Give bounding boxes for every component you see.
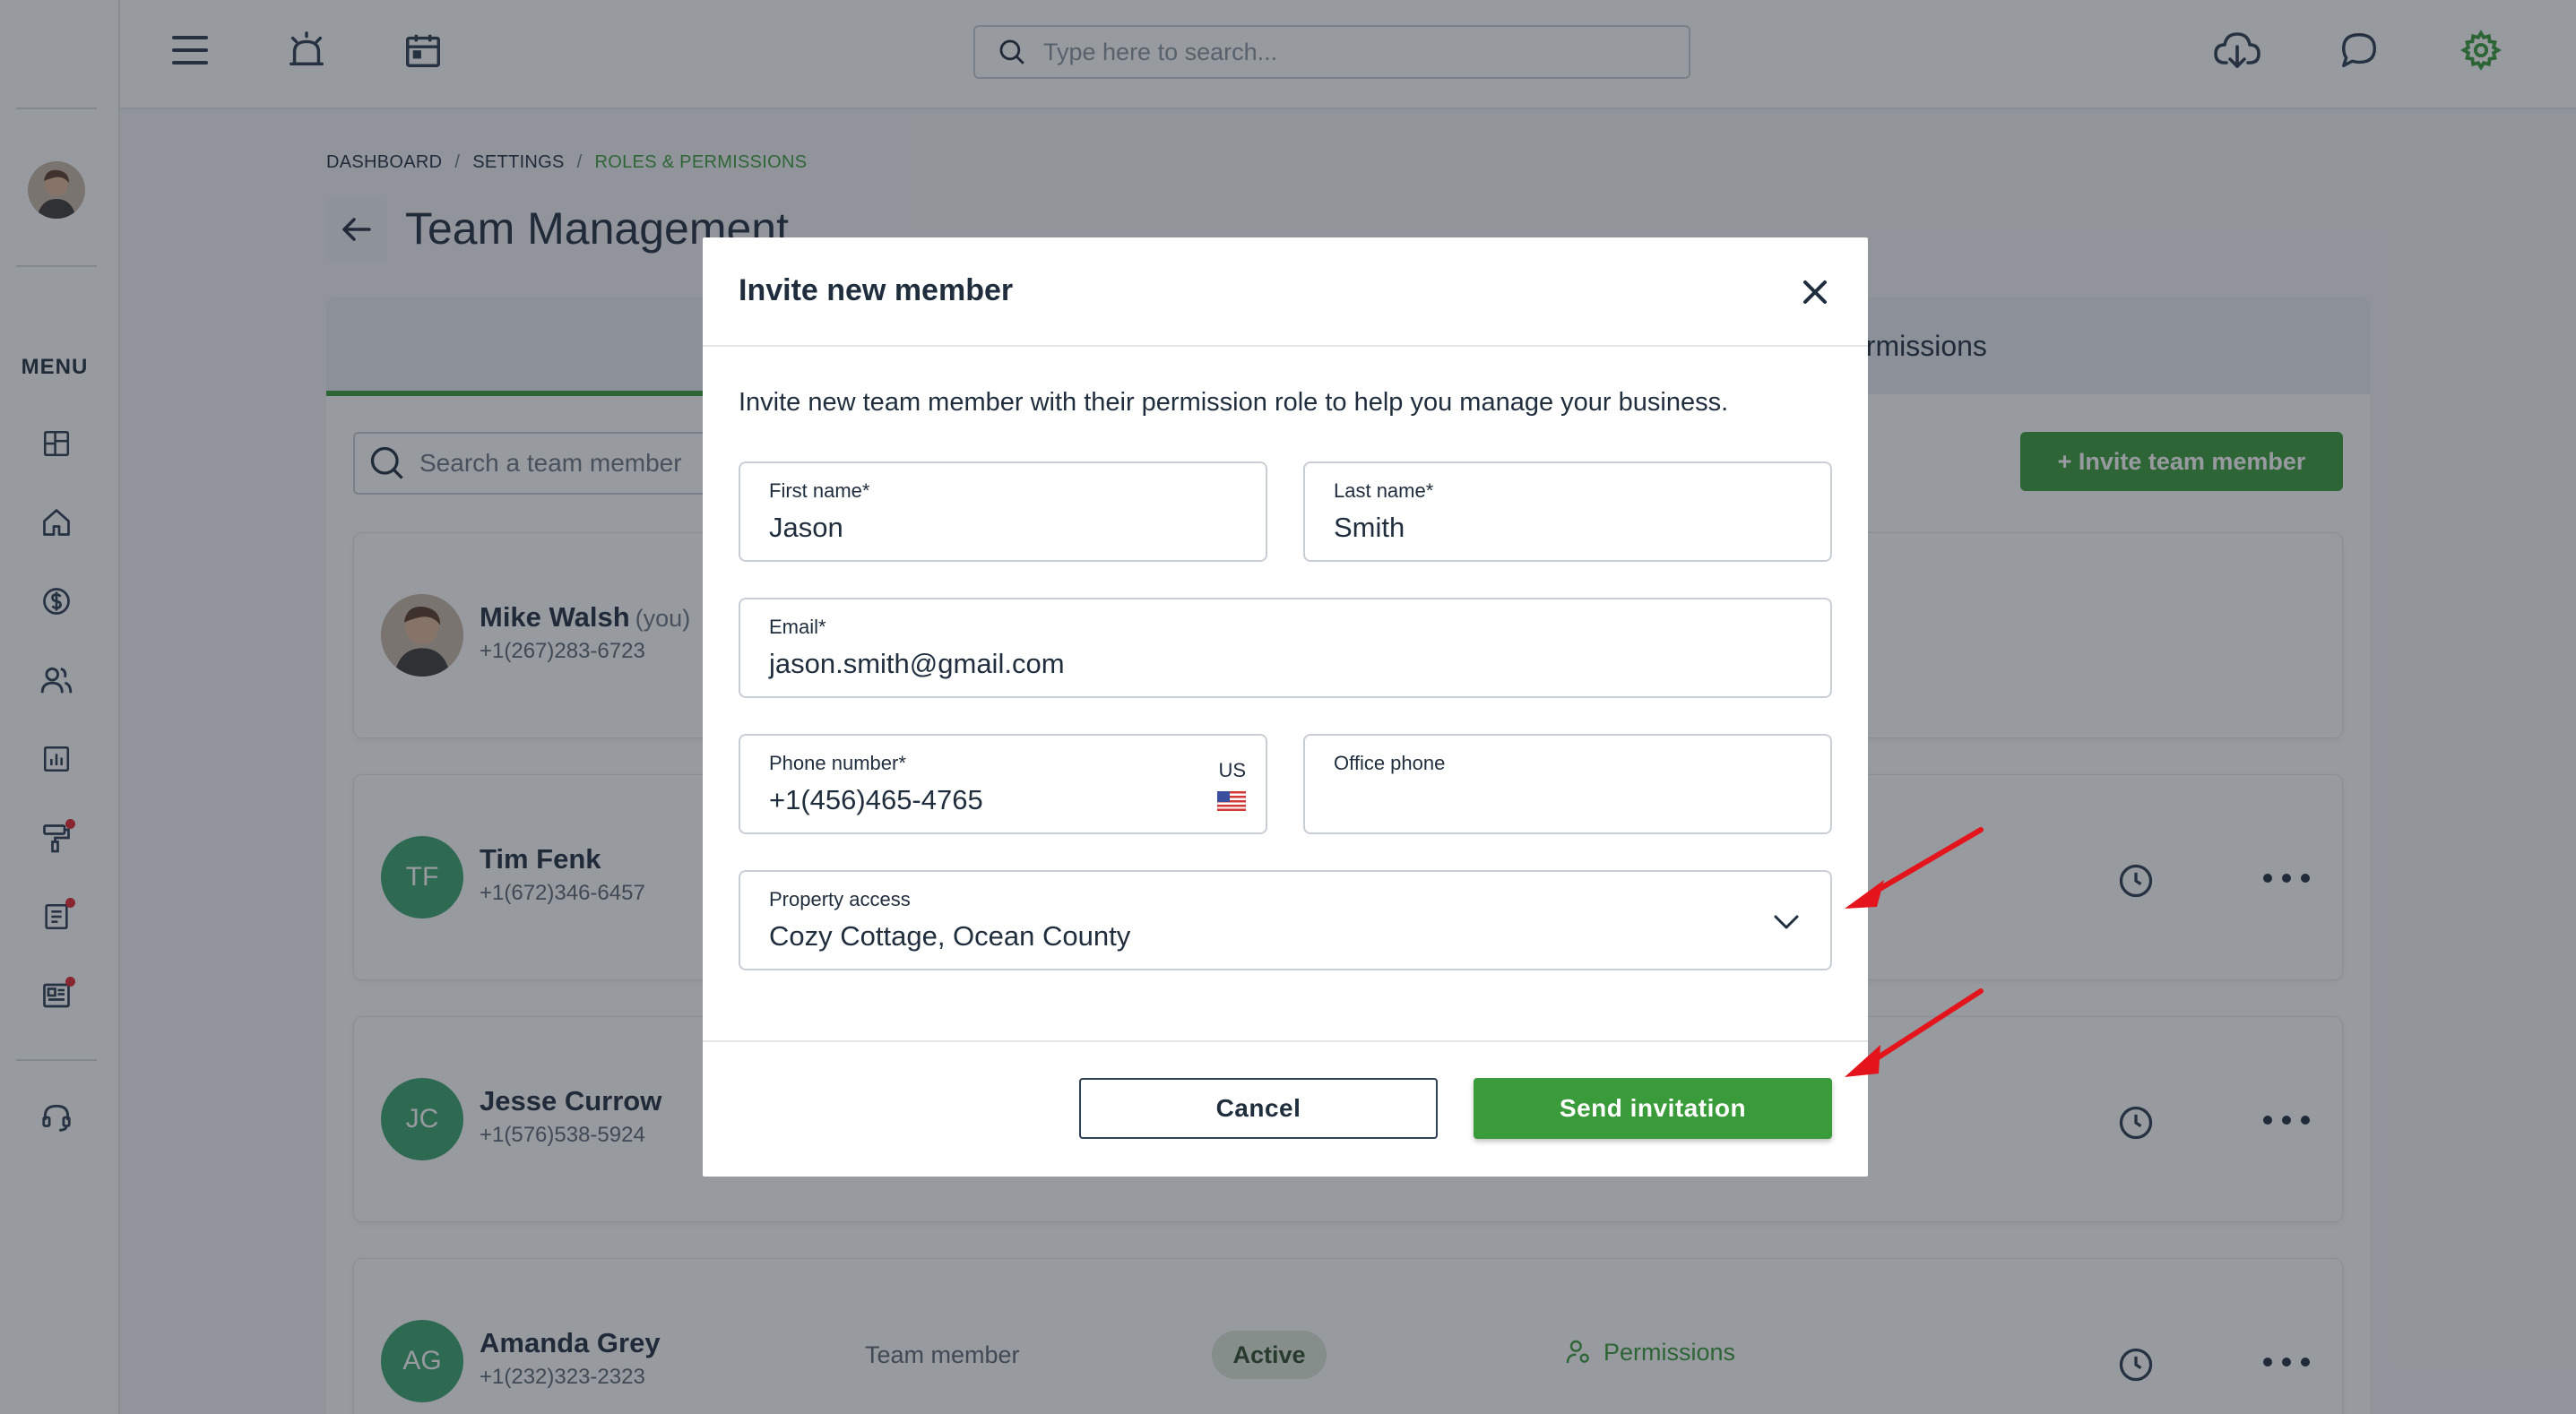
- field-label: Property access: [769, 888, 911, 910]
- property-access-value[interactable]: Cozy Cottage, Ocean County: [769, 920, 1130, 953]
- field-label: Office phone: [1334, 752, 1446, 774]
- invite-member-modal: Invite new member Invite new team member…: [703, 237, 1868, 1177]
- country-code[interactable]: US: [1218, 759, 1246, 782]
- field-label: Phone number*: [769, 752, 906, 774]
- modal-header: Invite new member: [703, 237, 1868, 347]
- first-name-field[interactable]: First name* Jason: [739, 461, 1267, 562]
- last-name-input[interactable]: Smith: [1334, 512, 1405, 544]
- us-flag-icon[interactable]: [1217, 791, 1246, 811]
- cancel-button[interactable]: Cancel: [1079, 1078, 1438, 1139]
- field-label: Email*: [769, 616, 826, 638]
- field-label: Last name*: [1334, 479, 1434, 502]
- office-phone-field[interactable]: Office phone: [1303, 734, 1832, 834]
- modal-description: Invite new team member with their permis…: [739, 388, 1729, 417]
- modal-title: Invite new member: [739, 273, 1014, 307]
- property-access-select[interactable]: Property access Cozy Cottage, Ocean Coun…: [739, 870, 1832, 970]
- first-name-input[interactable]: Jason: [769, 512, 843, 544]
- annotation-arrow-icon: [1845, 988, 1984, 1077]
- send-invitation-button[interactable]: Send invitation: [1474, 1078, 1832, 1139]
- phone-number-input[interactable]: +1(456)465-4765: [769, 784, 983, 816]
- last-name-field[interactable]: Last name* Smith: [1303, 461, 1832, 562]
- close-icon[interactable]: [1798, 275, 1832, 309]
- phone-number-field[interactable]: Phone number* +1(456)465-4765 US: [739, 734, 1267, 834]
- field-label: First name*: [769, 479, 870, 502]
- annotation-arrow-icon: [1845, 827, 1984, 909]
- email-input[interactable]: jason.smith@gmail.com: [769, 648, 1065, 680]
- email-field[interactable]: Email* jason.smith@gmail.com: [739, 598, 1832, 698]
- chevron-down-icon[interactable]: [1773, 913, 1800, 931]
